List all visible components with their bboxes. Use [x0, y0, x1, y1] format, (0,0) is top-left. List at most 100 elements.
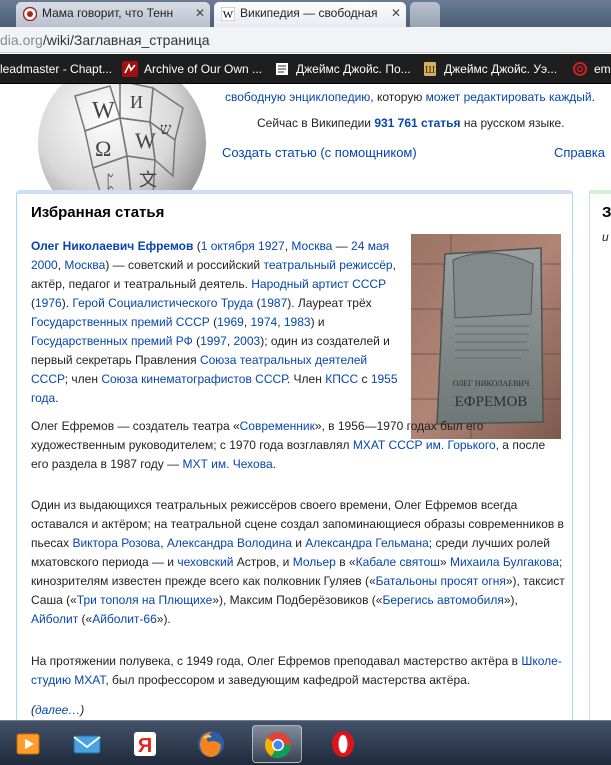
bulgakov-link[interactable]: Михаила Булгакова	[450, 555, 559, 569]
year-link[interactable]: 1987	[261, 296, 288, 310]
date-link[interactable]: 1 октября 1927	[201, 239, 285, 253]
year-link[interactable]: 1976	[35, 296, 62, 310]
bookmark-leadmaster[interactable]: leadmaster - Chapt...	[0, 60, 112, 78]
svg-text:W: W	[135, 128, 156, 153]
bookmark-ao3[interactable]: Archive of Our Own ...	[122, 60, 262, 78]
media-player-icon	[16, 733, 40, 755]
year-link[interactable]: 1974	[251, 315, 278, 329]
right-column-text: и	[602, 230, 609, 244]
state-prize-rf-link[interactable]: Государственных премий РФ	[31, 334, 193, 348]
create-article-link[interactable]: Создать статью (с помощником)	[222, 145, 417, 160]
ao3-icon	[122, 61, 138, 77]
wikipedia-favicon-icon: W	[221, 7, 235, 21]
featured-paragraph-3: Один из выдающихся театральных режиссёро…	[31, 498, 565, 626]
spiral-icon	[573, 62, 587, 76]
bookmark-joyce-1[interactable]: Джеймс Джойс. По...	[274, 60, 411, 78]
free-encyclopedia-link[interactable]: свободную энциклопедию	[225, 90, 370, 104]
cinematographers-union-link[interactable]: Союза кинематографистов СССР	[101, 372, 287, 386]
tab-title: Википедия — свободная	[240, 6, 378, 20]
featured-paragraph-4: На протяжении полувека, с 1949 года, Оле…	[31, 654, 562, 687]
bookmark-joyce-2[interactable]: Ш Джеймс Джойс. Уэ...	[422, 60, 557, 78]
new-tab-button[interactable]	[410, 2, 440, 27]
efremov-link[interactable]: Олег Николаевич Ефремов	[31, 239, 193, 253]
taskbar: Я	[0, 720, 611, 765]
mkhat-school-link[interactable]: Школе-студию МХАТ	[31, 654, 562, 687]
moliere-link[interactable]: Мольер	[293, 555, 336, 569]
bookmark-label: em	[594, 62, 611, 76]
year-link[interactable]: 1997	[200, 334, 227, 348]
kabala-link[interactable]: Кабале святош	[356, 555, 440, 569]
moscow-link[interactable]: Москва	[64, 258, 105, 272]
tab-wikipedia[interactable]: W Википедия — свободная ✕	[214, 2, 406, 27]
help-link[interactable]: Справка	[554, 145, 605, 160]
page-content: W И Ω W ש ᛈ 文 свободную энциклопедию, ко…	[0, 84, 611, 720]
svg-text:ᛈ: ᛈ	[105, 172, 116, 192]
svg-text:W: W	[92, 98, 115, 124]
peoples-artist-link[interactable]: Народный артист СССР	[251, 277, 386, 291]
anyone-can-edit-link[interactable]: может редактировать каждый	[426, 90, 592, 104]
yandex-icon: Я	[134, 732, 156, 757]
year-link[interactable]: 1983	[284, 315, 311, 329]
state-prize-link[interactable]: Государственных премий СССР	[31, 315, 210, 329]
mkhat-chekhov-link[interactable]: МХТ им. Чехова	[182, 457, 272, 471]
bookmark-label: Джеймс Джойс. Уэ...	[444, 62, 558, 76]
right-column-panel: З и	[589, 190, 611, 720]
featured-paragraph-2: Олег Ефремов — создатель театра «Совреме…	[31, 419, 546, 471]
bookmark-em[interactable]: em	[572, 60, 611, 78]
moscow-link[interactable]: Москва	[291, 239, 332, 253]
tri-topolya-link[interactable]: Три тополя на Плющихе	[77, 593, 213, 607]
hero-link[interactable]: Герой Социалистического Труда	[72, 296, 253, 310]
plaque-line1: ОЛЕГ НИКОЛАЕВИЧ	[453, 379, 530, 388]
svg-text:Я: Я	[138, 735, 152, 757]
chekhov-link[interactable]: чеховский	[177, 555, 233, 569]
count-prefix: Сейчас в Википедии	[257, 116, 375, 130]
right-column-heading: З	[602, 204, 611, 221]
batalony-link[interactable]: Батальоны просят огня	[376, 574, 506, 588]
mail-icon	[73, 735, 101, 754]
taskbar-media-player[interactable]	[4, 725, 54, 763]
featured-article-heading: Избранная статья	[31, 204, 165, 221]
svg-text:Ω: Ω	[95, 136, 111, 161]
gelman-link[interactable]: Александра Гельмана	[305, 536, 429, 550]
count-suffix: на русском языке.	[460, 116, 565, 130]
intro-period: .	[591, 90, 595, 104]
taskbar-firefox[interactable]	[186, 725, 236, 763]
svg-text:И: И	[130, 92, 143, 112]
mkhat-link[interactable]: МХАТ СССР им. Горького	[353, 438, 496, 452]
opera-icon	[332, 731, 354, 757]
efremov-plaque-photo[interactable]: ОЛЕГ НИКОЛАЕВИЧ ЕФРЕМОВ	[411, 234, 561, 439]
taskbar-opera[interactable]	[318, 725, 368, 763]
read-more: (далее…)	[31, 703, 85, 717]
url-path: /wiki/Заглавная_страница	[42, 32, 210, 48]
year-link[interactable]: 1969	[217, 315, 244, 329]
tab-mama[interactable]: Мама говорит, что Тенн ✕	[16, 2, 210, 27]
bookmark-label: Archive of Our Own ...	[144, 62, 263, 76]
url-domain: dia.org	[0, 32, 43, 48]
year-link[interactable]: 2003	[234, 334, 261, 348]
close-tab-icon[interactable]: ✕	[391, 2, 401, 25]
intro-connector: , которую	[370, 90, 426, 104]
director-link[interactable]: театральный режиссёр	[263, 258, 392, 272]
address-bar[interactable]: dia.org/wiki/Заглавная_страница	[0, 27, 611, 53]
taskbar-yandex[interactable]: Я	[120, 725, 170, 763]
bookmark-label: leadmaster - Chapt...	[0, 62, 113, 76]
article-count-text: Сейчас в Википедии 931 761 статья на рус…	[257, 115, 565, 131]
aibolit-link[interactable]: Айболит	[31, 612, 78, 626]
rozov-link[interactable]: Виктора Розова	[72, 536, 160, 550]
taskbar-mail[interactable]	[62, 725, 112, 763]
sovremennik-link[interactable]: Современник	[240, 419, 315, 433]
cpsu-link[interactable]: КПСС	[325, 372, 358, 386]
plaque-line2: ЕФРЕМОВ	[455, 394, 528, 410]
beregis-link[interactable]: Берегись автомобиля	[382, 593, 503, 607]
close-tab-icon[interactable]: ✕	[195, 2, 205, 25]
tab-strip: Мама говорит, что Тенн ✕ W Википедия — с…	[0, 0, 611, 27]
featured-article-panel: Избранная статья ОЛЕГ НИКОЛАЕВИЧ ЕФРЕМОВ…	[16, 190, 573, 720]
read-more-link[interactable]: далее…	[35, 703, 80, 717]
svg-text:W: W	[223, 9, 234, 21]
intro-text: свободную энциклопедию, которую может ре…	[225, 89, 595, 105]
taskbar-chrome[interactable]	[252, 725, 302, 763]
url-text[interactable]: dia.org/wiki/Заглавная_страница	[0, 31, 210, 49]
article-count-link[interactable]: 931 761 статья	[374, 116, 460, 130]
aibolit66-link[interactable]: Айболит-66	[92, 612, 157, 626]
volodin-link[interactable]: Александра Володина	[167, 536, 292, 550]
